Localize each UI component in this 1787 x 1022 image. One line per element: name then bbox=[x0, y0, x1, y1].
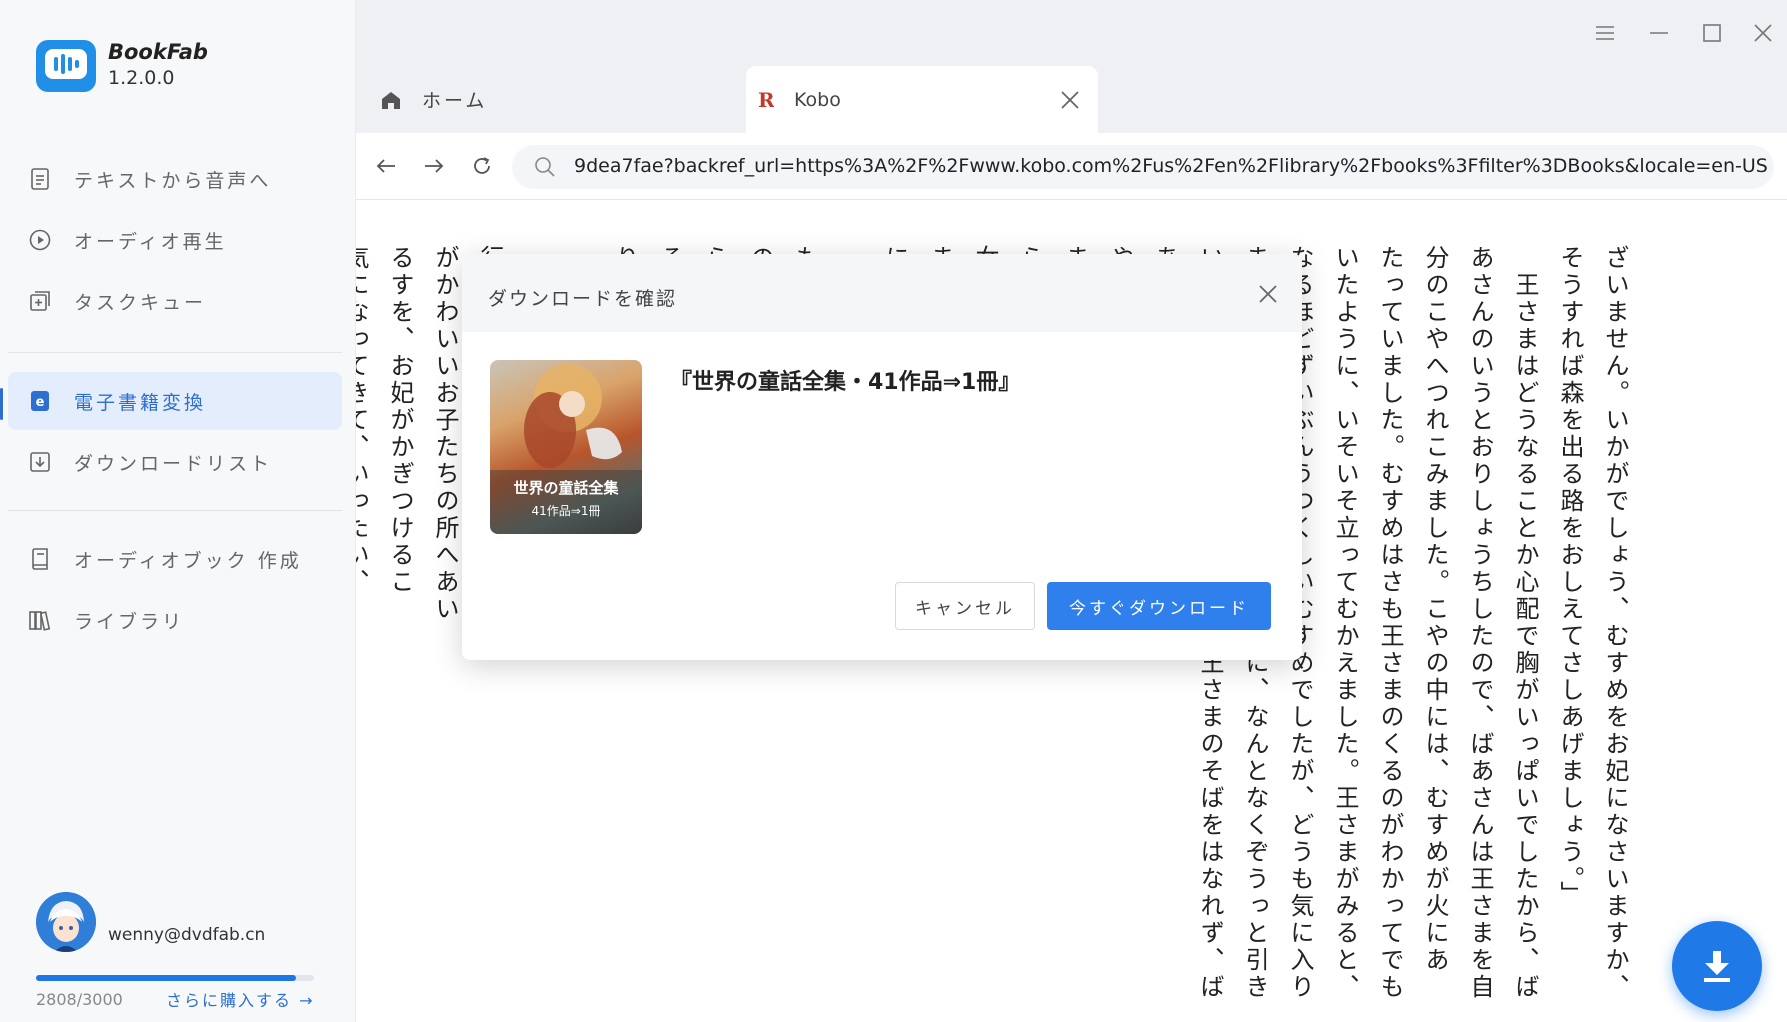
sidebar-item-label: ライブラリ bbox=[74, 610, 185, 633]
reload-icon[interactable] bbox=[467, 151, 497, 181]
sidebar-divider bbox=[8, 352, 342, 353]
sidebar-item-ebook-convert[interactable]: e 電子書籍変換 bbox=[8, 372, 342, 430]
svg-text:R: R bbox=[758, 89, 774, 111]
ebook-icon: e bbox=[28, 389, 52, 413]
tab-home[interactable]: ホーム bbox=[372, 66, 742, 133]
audiobook-icon bbox=[28, 547, 52, 571]
book-cover: 世界の童話全集 41作品⇒1冊 bbox=[490, 360, 642, 534]
tab-label: ホーム bbox=[422, 90, 488, 112]
floating-download-button[interactable] bbox=[1672, 921, 1762, 1011]
download-now-button[interactable]: 今すぐダウンロード bbox=[1047, 582, 1271, 630]
menu-icon[interactable] bbox=[1590, 18, 1620, 48]
sidebar-item-label: ダウンロードリスト bbox=[74, 452, 273, 475]
sidebar-item-library[interactable]: ライブラリ bbox=[8, 591, 342, 649]
sidebar-item-label: 電子書籍変換 bbox=[74, 391, 207, 414]
url-text: 9dea7fae?backref_url=https%3A%2F%2Fwww.k… bbox=[574, 155, 1768, 177]
close-tab-icon[interactable] bbox=[1056, 86, 1084, 114]
download-list-icon bbox=[28, 450, 52, 474]
dialog-header: ダウンロードを確認 bbox=[462, 254, 1302, 332]
app-name: BookFab bbox=[108, 40, 208, 64]
svg-text:e: e bbox=[36, 395, 45, 410]
close-dialog-icon[interactable] bbox=[1254, 280, 1282, 308]
sidebar-divider bbox=[8, 510, 342, 511]
cancel-button[interactable]: キャンセル bbox=[895, 582, 1035, 630]
url-input[interactable]: 9dea7fae?backref_url=https%3A%2F%2Fwww.k… bbox=[512, 145, 1774, 189]
quota-progress-bar bbox=[36, 975, 314, 981]
sidebar-item-label: テキストから音声へ bbox=[74, 169, 272, 192]
buy-more-link[interactable]: さらに購入する → bbox=[166, 987, 315, 1011]
sidebar-item-audio-play[interactable]: オーディオ再生 bbox=[8, 211, 342, 269]
download-confirm-dialog: ダウンロードを確認 世界の童話全集 41作品⇒1冊 『世界の童話全集・41作品⇒… bbox=[462, 254, 1302, 660]
user-email: wenny@dvdfab.cn bbox=[108, 925, 266, 945]
quota-progress-fill bbox=[36, 975, 297, 981]
sidebar-item-task-queue[interactable]: タスクキュー bbox=[8, 272, 342, 330]
kobo-icon: R bbox=[756, 89, 774, 111]
quota-count: 2808/3000 bbox=[36, 990, 123, 1009]
dialog-title: ダウンロードを確認 bbox=[488, 288, 678, 310]
sidebar-item-label: タスクキュー bbox=[74, 291, 207, 314]
sidebar-item-label: オーディオ再生 bbox=[74, 230, 227, 253]
download-icon bbox=[1699, 948, 1735, 984]
book-title: 『世界の童話全集・41作品⇒1冊』 bbox=[670, 370, 1021, 395]
task-queue-icon bbox=[28, 289, 52, 313]
play-circle-icon bbox=[28, 228, 52, 252]
avatar[interactable] bbox=[36, 892, 96, 952]
sidebar-item-label: オーディオブック 作成 bbox=[74, 549, 302, 572]
back-arrow-icon[interactable] bbox=[371, 151, 401, 181]
sidebar-item-download-list[interactable]: ダウンロードリスト bbox=[8, 433, 342, 491]
cover-subtitle: 41作品⇒1冊 bbox=[531, 504, 601, 518]
cover-title: 世界の童話全集 bbox=[513, 479, 619, 497]
sidebar: BookFab 1.2.0.0 テキストから音声へ オーディオ再生 タスクキュー… bbox=[0, 0, 356, 1022]
tab-kobo[interactable]: R Kobo bbox=[746, 66, 1098, 133]
active-indicator bbox=[0, 388, 3, 420]
forward-arrow-icon[interactable] bbox=[419, 151, 449, 181]
document-text-icon bbox=[28, 167, 52, 191]
tab-label: Kobo bbox=[794, 88, 841, 111]
maximize-icon[interactable] bbox=[1697, 18, 1727, 48]
bookfab-logo-icon bbox=[36, 40, 96, 92]
library-icon bbox=[28, 608, 52, 632]
app-version: 1.2.0.0 bbox=[108, 67, 175, 89]
sidebar-item-text-to-speech[interactable]: テキストから音声へ bbox=[8, 150, 342, 208]
close-window-icon[interactable] bbox=[1748, 18, 1778, 48]
home-icon bbox=[380, 90, 402, 110]
minimize-icon[interactable] bbox=[1644, 18, 1674, 48]
search-icon bbox=[534, 156, 556, 182]
sidebar-item-audiobook-create[interactable]: オーディオブック 作成 bbox=[8, 530, 342, 588]
